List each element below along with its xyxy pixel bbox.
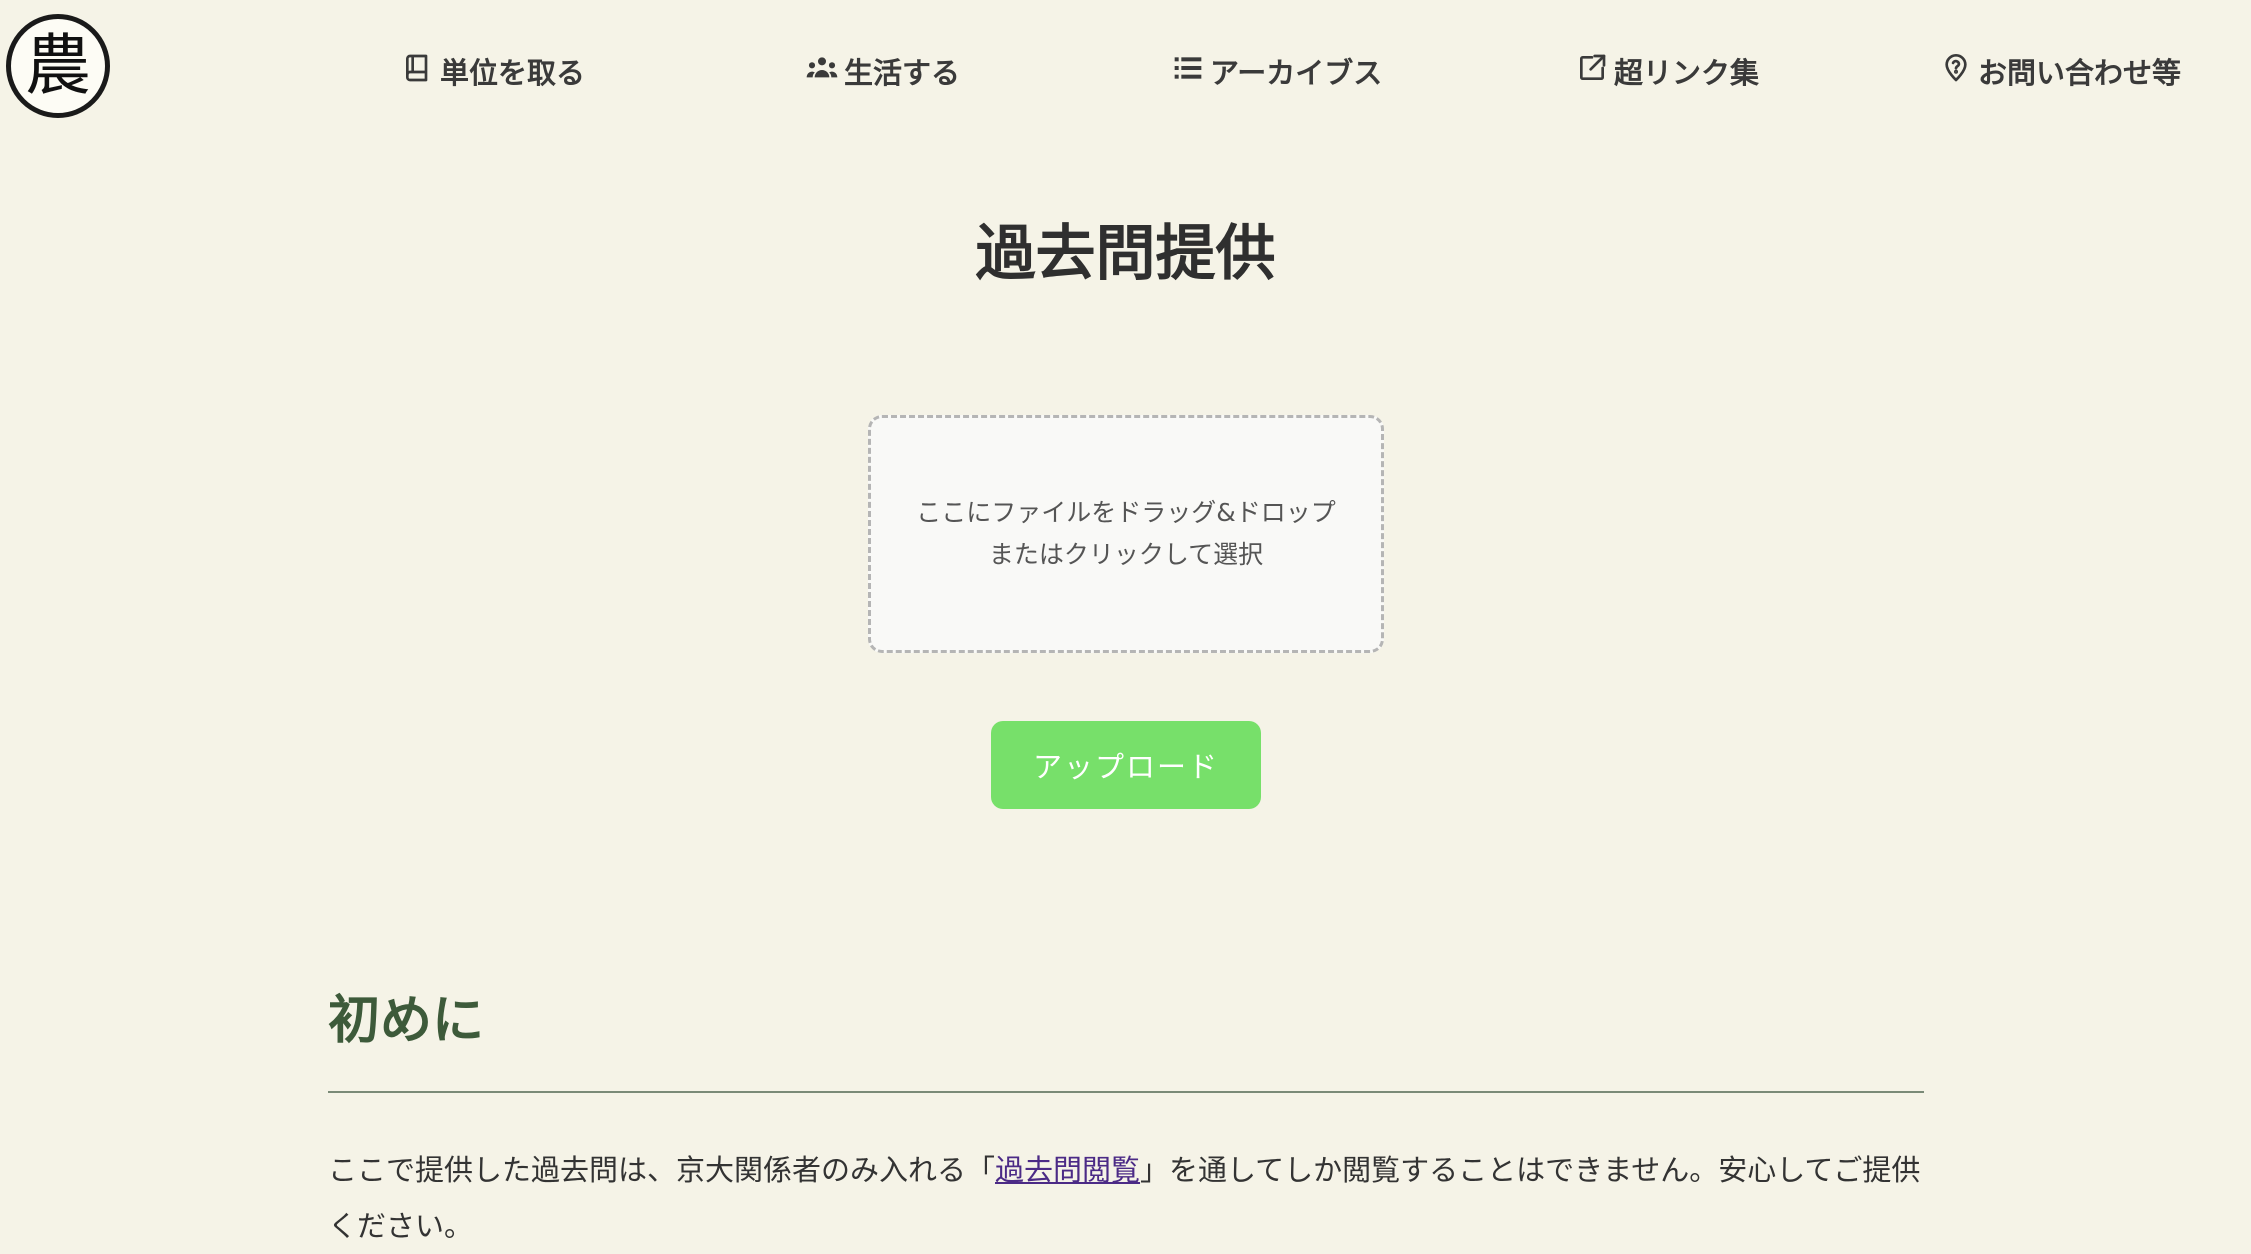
people-icon	[806, 52, 838, 91]
dropzone-instruction-line2: またはクリックして選択	[988, 540, 1264, 569]
page-title: 過去問提供	[975, 219, 1276, 289]
nav-item-links[interactable]: 超リンク集	[1576, 46, 1759, 96]
upload-button[interactable]: アップロード	[991, 721, 1261, 809]
nav-item-label: 超リンク集	[1614, 56, 1760, 90]
dropzone-instruction-line1: ここにファイルをドラッグ&ドロップ	[916, 498, 1336, 527]
file-dropzone[interactable]: ここにファイルをドラッグ&ドロップ またはクリックして選択	[868, 415, 1384, 653]
external-link-icon	[1576, 52, 1608, 91]
question-icon	[1940, 52, 1972, 91]
section-divider	[328, 1091, 1924, 1093]
nav-item-credits[interactable]: 単位を取る	[402, 46, 585, 96]
list-icon	[1172, 52, 1204, 91]
nav-item-label: お問い合わせ等	[1978, 56, 2182, 90]
intro-text-before: ここで提供した過去問は、京大関係者のみ入れる「	[328, 1153, 996, 1187]
past-exam-view-link[interactable]: 過去問閲覧	[995, 1153, 1140, 1187]
nav-item-label: アーカイブス	[1210, 56, 1383, 90]
section-heading-intro: 初めに	[328, 991, 485, 1051]
nav-item-archives[interactable]: アーカイブス	[1172, 46, 1382, 96]
nav-item-label: 生活する	[844, 56, 961, 90]
nav-item-life[interactable]: 生活する	[806, 46, 960, 96]
nav-item-contact[interactable]: お問い合わせ等	[1940, 46, 2181, 96]
intro-paragraph: ここで提供した過去問は、京大関係者のみ入れる「過去問閲覧」を通してしか閲覧するこ…	[328, 1142, 1924, 1254]
nav-item-label: 単位を取る	[440, 56, 586, 90]
book-icon	[402, 52, 434, 91]
top-nav: 単位を取る 生活する アーカイブス 超リンク集 お問い合わせ等	[0, 46, 2251, 96]
